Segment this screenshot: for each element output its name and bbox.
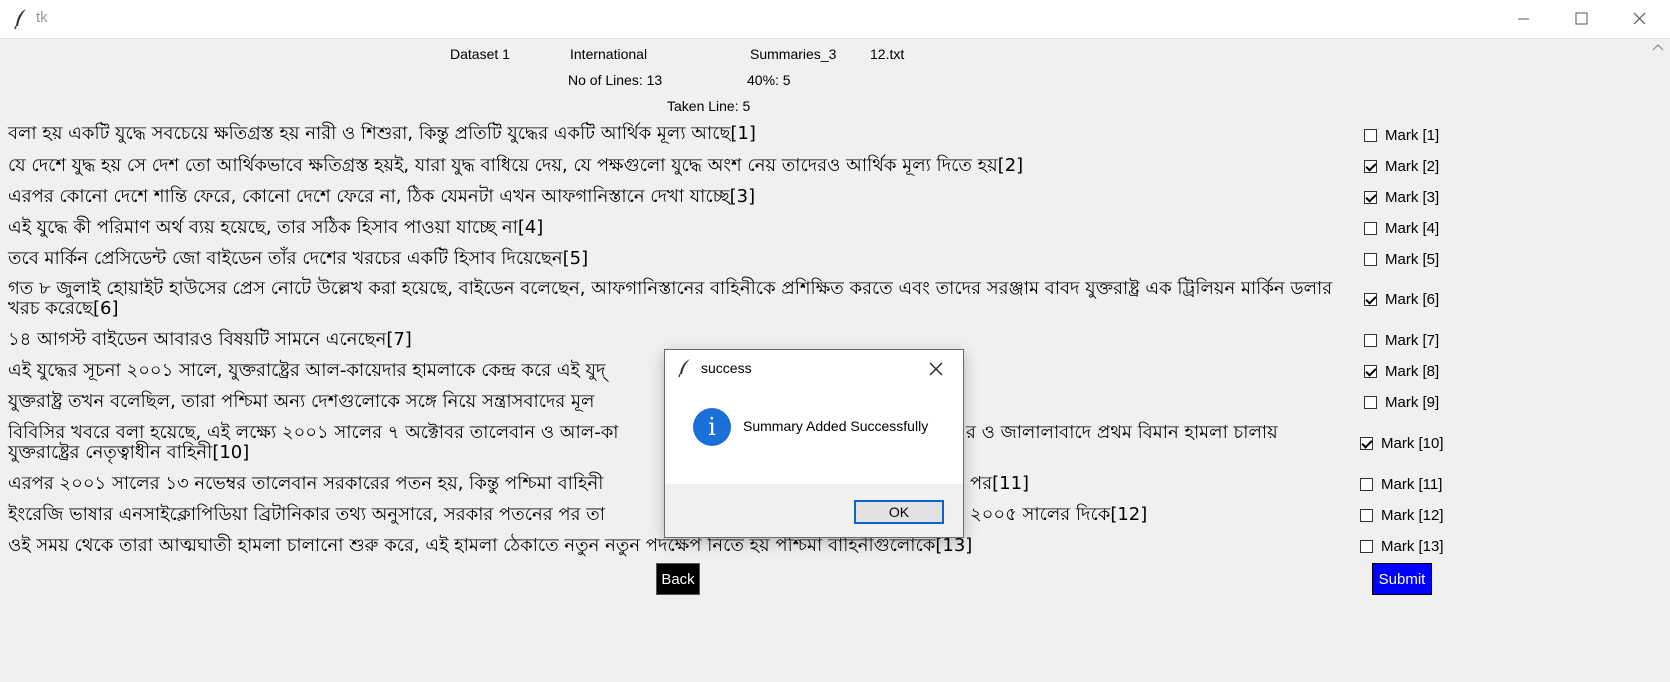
mark-checkbox-9[interactable]: Mark [9] bbox=[1364, 392, 1439, 412]
checkbox-checked-icon[interactable] bbox=[1364, 159, 1377, 173]
feather-icon bbox=[14, 9, 26, 30]
sentence-12-right: ২০০৫ সালের দিকে[12] bbox=[970, 504, 1148, 525]
dataset-label: Dataset 1 bbox=[450, 46, 510, 62]
window-titlebar: tk bbox=[0, 0, 1670, 39]
close-icon[interactable] bbox=[927, 360, 945, 378]
maximize-icon[interactable] bbox=[1552, 0, 1610, 38]
mark-label-4: Mark [4] bbox=[1385, 219, 1440, 237]
dialog-body: i Summary Added Successfully bbox=[665, 388, 963, 484]
mark-label-3: Mark [3] bbox=[1385, 188, 1440, 206]
line-count-label: No of Lines: 13 bbox=[568, 72, 663, 88]
mark-label-11: Mark [11] bbox=[1381, 475, 1443, 493]
mark-checkbox-5[interactable]: Mark [5] bbox=[1364, 249, 1439, 269]
scroll-up-arrow-icon[interactable] bbox=[1652, 42, 1664, 52]
mark-label-5: Mark [5] bbox=[1385, 250, 1440, 268]
mark-checkbox-8[interactable]: Mark [8] bbox=[1364, 361, 1439, 381]
minimize-icon[interactable] bbox=[1494, 0, 1552, 38]
sentence-5: তবে মার্কিন প্রেসিডেন্ট জো বাইডেন তাঁর দ… bbox=[8, 248, 589, 269]
checkbox-icon[interactable] bbox=[1364, 252, 1377, 266]
mark-label-9: Mark [9] bbox=[1385, 393, 1440, 411]
mark-label-12: Mark [12] bbox=[1381, 506, 1444, 524]
sentence-13: ওই সময় থেকে তারা আত্মঘাতী হামলা চালানো … bbox=[8, 535, 973, 556]
checkbox-checked-icon[interactable] bbox=[1364, 364, 1377, 378]
checkbox-icon[interactable] bbox=[1364, 333, 1377, 347]
dialog-titlebar: success bbox=[665, 350, 963, 388]
checkbox-icon[interactable] bbox=[1360, 539, 1373, 553]
sentence-1: বলা হয় একটি যুদ্ধে সবচেয়ে ক্ষতিগ্রস্ত … bbox=[8, 123, 756, 144]
sentence-3: এরপর কোনো দেশে শান্তি ফেরে, কোনো দেশে ফে… bbox=[8, 186, 756, 207]
mark-label-10: Mark [10] bbox=[1381, 434, 1444, 452]
file-label: 12.txt bbox=[870, 46, 905, 62]
checkbox-icon[interactable] bbox=[1360, 508, 1373, 522]
mark-label-8: Mark [8] bbox=[1385, 362, 1440, 380]
mark-checkbox-6[interactable]: Mark [6] bbox=[1364, 289, 1439, 309]
checkbox-checked-icon[interactable] bbox=[1364, 190, 1377, 204]
dialog-message: Summary Added Successfully bbox=[743, 418, 929, 434]
percent-label: 40%: 5 bbox=[747, 72, 791, 88]
mark-checkbox-10[interactable]: Mark [10] bbox=[1360, 433, 1444, 453]
dialog-title: success bbox=[701, 360, 752, 376]
submit-button[interactable]: Submit bbox=[1372, 563, 1432, 595]
sentence-7: ১৪ আগস্ট বাইডেন আবারও বিষয়টি সামনে এনেছ… bbox=[8, 329, 412, 350]
sentence-11-right: পর[11] bbox=[970, 473, 1030, 494]
mark-checkbox-13[interactable]: Mark [13] bbox=[1360, 536, 1444, 556]
window-title: tk bbox=[36, 9, 48, 26]
checkbox-checked-icon[interactable] bbox=[1364, 292, 1377, 306]
mark-label-1: Mark [1] bbox=[1385, 126, 1440, 144]
sentence-4: এই যুদ্ধে কী পরিমাণ অর্থ ব্যয় হয়েছে, ত… bbox=[8, 217, 544, 238]
mark-label-7: Mark [7] bbox=[1385, 331, 1440, 349]
sentence-10-right: র ও জালালাবাদে প্রথম বিমান হামলা চালায় bbox=[966, 422, 1278, 443]
checkbox-checked-icon[interactable] bbox=[1360, 436, 1373, 450]
mark-checkbox-12[interactable]: Mark [12] bbox=[1360, 505, 1444, 525]
taken-line-label: Taken Line: 5 bbox=[667, 98, 751, 114]
feather-icon bbox=[678, 359, 690, 378]
mark-label-6: Mark [6] bbox=[1385, 290, 1440, 308]
mark-checkbox-11[interactable]: Mark [11] bbox=[1360, 474, 1442, 494]
mark-checkbox-7[interactable]: Mark [7] bbox=[1364, 330, 1439, 350]
checkbox-icon[interactable] bbox=[1364, 128, 1377, 142]
category-label: International bbox=[570, 46, 648, 62]
back-button[interactable]: Back bbox=[656, 563, 700, 595]
summaries-label: Summaries_3 bbox=[750, 46, 837, 62]
mark-checkbox-1[interactable]: Mark [1] bbox=[1364, 125, 1439, 145]
mark-label-2: Mark [2] bbox=[1385, 157, 1440, 175]
checkbox-icon[interactable] bbox=[1360, 477, 1373, 491]
checkbox-icon[interactable] bbox=[1364, 395, 1377, 409]
info-icon: i bbox=[693, 408, 731, 446]
mark-label-13: Mark [13] bbox=[1381, 537, 1444, 555]
ok-button[interactable]: OK bbox=[854, 500, 944, 524]
sentence-6: গত ৮ জুলাই হোয়াইট হাউসের প্রেস নোটে উল্… bbox=[8, 278, 1333, 319]
sentence-2: যে দেশে যুদ্ধ হয় সে দেশ তো আর্থিকভাবে ক… bbox=[8, 155, 1024, 176]
checkbox-icon[interactable] bbox=[1364, 221, 1377, 235]
success-dialog: success i Summary Added Successfully OK bbox=[664, 349, 964, 538]
close-icon[interactable] bbox=[1610, 0, 1668, 38]
mark-checkbox-4[interactable]: Mark [4] bbox=[1364, 218, 1439, 238]
mark-checkbox-3[interactable]: Mark [3] bbox=[1364, 187, 1439, 207]
mark-checkbox-2[interactable]: Mark [2] bbox=[1364, 156, 1439, 176]
